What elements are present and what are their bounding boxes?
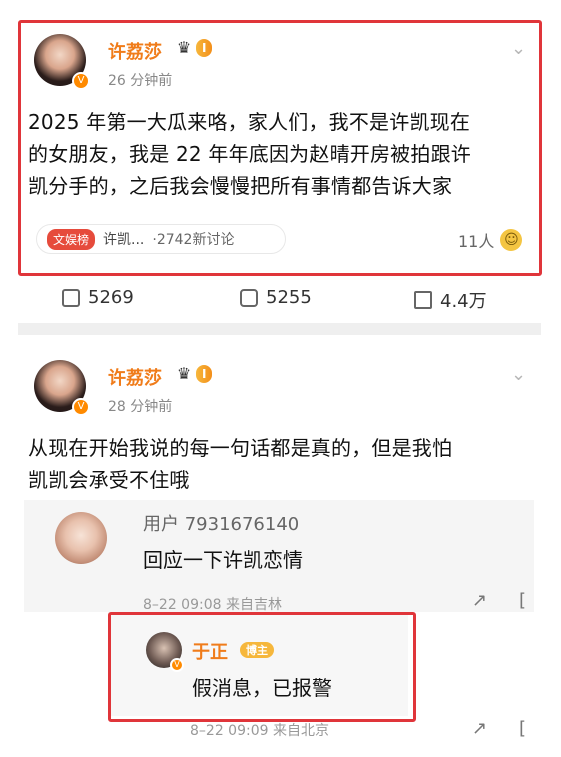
post-text-line: 的女朋友，我是 22 年年底因为赵晴开房被拍跟许 [28, 142, 471, 166]
author-name[interactable]: 许荔莎 [108, 364, 162, 390]
reply-username[interactable]: 于正 [192, 638, 228, 664]
level-badge: I [196, 39, 213, 57]
comment-text: 回应一下许凯恋情 [143, 548, 303, 572]
like-count: 4.4万 [440, 291, 487, 312]
post-time: 26 分钟前 [108, 73, 173, 89]
post-text-line: 凯分手的，之后我会慢慢把所有事情都告诉大家 [28, 174, 453, 198]
topic-tag: 文娱榜 [47, 228, 96, 250]
comment-avatar[interactable] [55, 512, 107, 564]
post-text-line: 凯凯会承受不住哦 [28, 468, 190, 492]
verified-icon: V [72, 398, 90, 416]
more-icon[interactable]: [ [519, 718, 526, 739]
more-icon[interactable]: [ [519, 590, 526, 611]
author-name[interactable]: 许荔莎 [108, 38, 162, 64]
share-icon[interactable]: ↗ [472, 590, 487, 611]
topic-name: 许凯... [103, 232, 145, 248]
repost-button[interactable]: 5269 [62, 287, 134, 308]
reply-card[interactable]: V 于正 博主 假消息，已报警 [108, 612, 408, 716]
emoji-icon: ☺ [500, 229, 523, 251]
comment-meta: 8–22 09:08 来自吉林 [143, 597, 282, 613]
post-text: 2025 年第一大瓜来咯，家人们，我不是许凯现在 的女朋友，我是 22 年年底因… [28, 106, 471, 202]
verified-icon: V [72, 72, 90, 90]
post-text-line: 从现在开始我说的每一句话都是真的，但是我怕 [28, 436, 453, 460]
like-icon [414, 291, 432, 309]
blogger-badge: 博主 [240, 642, 274, 658]
repost-count: 5269 [88, 287, 134, 308]
reply-meta: 8–22 09:09 来自北京 [190, 723, 329, 739]
comment-count: 5255 [266, 287, 312, 308]
chevron-down-icon[interactable]: ⌄ [511, 38, 526, 59]
post-text-line: 2025 年第一大瓜来咯，家人们，我不是许凯现在 [28, 110, 471, 134]
verified-icon: V [170, 658, 184, 672]
chevron-down-icon[interactable]: ⌄ [511, 364, 526, 385]
comment-card[interactable]: 用户 7931676140 回应一下许凯恋情 8–22 09:08 来自吉林 ↗… [24, 500, 534, 613]
level-badge-text: I [202, 367, 207, 381]
comment-username[interactable]: 用户 7931676140 [143, 510, 299, 536]
post-1: V 许荔莎 ♛ I 26 分钟前 ⌄ 2025 年第一大瓜来咯，家人们，我不是许… [18, 20, 536, 270]
reply-text: 假消息，已报警 [192, 676, 332, 700]
comment-icon [240, 288, 258, 307]
level-badge-text: I [202, 41, 207, 55]
crown-icon: ♛ [176, 37, 192, 57]
comment-button[interactable]: 5255 [240, 287, 312, 308]
level-badge: I [196, 365, 213, 383]
people-count-text: 11人 [458, 232, 495, 251]
post-time: 28 分钟前 [108, 399, 173, 415]
post-actions: 5269 5255 4.4万 [0, 287, 561, 313]
like-button[interactable]: 4.4万 [414, 287, 487, 313]
crown-icon: ♛ [176, 363, 192, 383]
topic-chip[interactable]: 文娱榜 许凯... ·2742新讨论 [36, 224, 286, 254]
section-divider [18, 323, 541, 335]
topic-count: ·2742新讨论 [152, 232, 235, 248]
post-text: 从现在开始我说的每一句话都是真的，但是我怕 凯凯会承受不住哦 [28, 432, 452, 496]
repost-icon [62, 288, 80, 307]
people-count[interactable]: 11人 ☺ [458, 228, 523, 252]
share-icon[interactable]: ↗ [472, 718, 487, 739]
